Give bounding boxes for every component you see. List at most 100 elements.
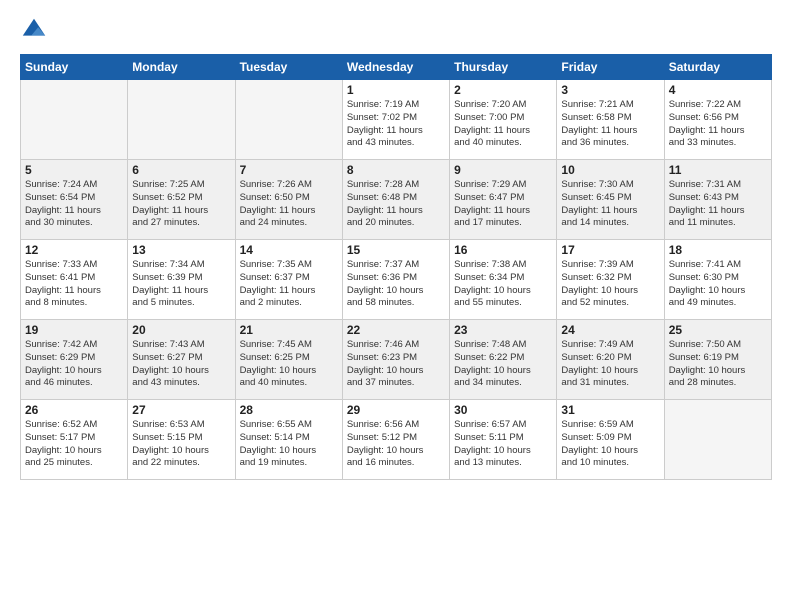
day-info: Sunrise: 7:29 AM Sunset: 6:47 PM Dayligh… xyxy=(454,179,552,230)
calendar-cell: 14 Sunrise: 7:35 AM Sunset: 6:37 PM Dayli… xyxy=(235,240,342,320)
day-info: Sunrise: 7:38 AM Sunset: 6:34 PM Dayligh… xyxy=(454,259,552,310)
calendar-cell: 16 Sunrise: 7:38 AM Sunset: 6:34 PM Dayli… xyxy=(450,240,557,320)
calendar-cell: 8Sunrise: 7:28 AM Sunset: 6:48 PM Daylig… xyxy=(342,160,449,240)
calendar-cell: 1 Sunrise: 7:19 AM Sunset: 7:02 PM Daylig… xyxy=(342,80,449,160)
calendar-cell: 15Sunrise: 7:37 AM Sunset: 6:36 PM Dayli… xyxy=(342,240,449,320)
day-info: Sunrise: 6:59 AM Sunset: 5:09 PM Dayligh… xyxy=(561,419,659,470)
day-info: Sunrise: 7:46 AM Sunset: 6:23 PM Dayligh… xyxy=(347,339,445,390)
day-info: Sunrise: 7:30 AM Sunset: 6:45 PM Dayligh… xyxy=(561,179,659,230)
day-info: Sunrise: 7:26 AM Sunset: 6:50 PM Dayligh… xyxy=(240,179,338,230)
weekday-header-row: SundayMondayTuesdayWednesdayThursdayFrid… xyxy=(21,55,772,80)
week-row-3: 12 Sunrise: 7:33 AM Sunset: 6:41 PM Dayli… xyxy=(21,240,772,320)
day-info: Sunrise: 6:55 AM Sunset: 5:14 PM Dayligh… xyxy=(240,419,338,470)
day-number: 19 xyxy=(25,323,123,337)
day-number: 7 xyxy=(240,163,338,177)
calendar-cell: 12 Sunrise: 7:33 AM Sunset: 6:41 PM Dayli… xyxy=(21,240,128,320)
day-info: Sunrise: 7:22 AM Sunset: 6:56 PM Dayligh… xyxy=(669,99,767,150)
calendar-cell: 27 Sunrise: 6:53 AM Sunset: 5:15 PM Dayli… xyxy=(128,400,235,480)
calendar-cell: 29 Sunrise: 6:56 AM Sunset: 5:12 PM Dayli… xyxy=(342,400,449,480)
calendar-cell: 22 Sunrise: 7:46 AM Sunset: 6:23 PM Dayli… xyxy=(342,320,449,400)
calendar-cell: 23 Sunrise: 7:48 AM Sunset: 6:22 PM Dayli… xyxy=(450,320,557,400)
calendar-cell: 30 Sunrise: 6:57 AM Sunset: 5:11 PM Dayli… xyxy=(450,400,557,480)
day-number: 4 xyxy=(669,83,767,97)
weekday-header-friday: Friday xyxy=(557,55,664,80)
day-info: Sunrise: 7:35 AM Sunset: 6:37 PM Dayligh… xyxy=(240,259,338,310)
week-row-1: 1 Sunrise: 7:19 AM Sunset: 7:02 PM Daylig… xyxy=(21,80,772,160)
day-info: Sunrise: 7:43 AM Sunset: 6:27 PM Dayligh… xyxy=(132,339,230,390)
day-info: Sunrise: 7:19 AM Sunset: 7:02 PM Dayligh… xyxy=(347,99,445,150)
day-number: 13 xyxy=(132,243,230,257)
day-number: 1 xyxy=(347,83,445,97)
calendar-cell: 2 Sunrise: 7:20 AM Sunset: 7:00 PM Daylig… xyxy=(450,80,557,160)
day-info: Sunrise: 6:52 AM Sunset: 5:17 PM Dayligh… xyxy=(25,419,123,470)
day-number: 23 xyxy=(454,323,552,337)
calendar-cell: 10 Sunrise: 7:30 AM Sunset: 6:45 PM Dayli… xyxy=(557,160,664,240)
day-info: Sunrise: 7:33 AM Sunset: 6:41 PM Dayligh… xyxy=(25,259,123,310)
day-number: 29 xyxy=(347,403,445,417)
week-row-4: 19 Sunrise: 7:42 AM Sunset: 6:29 PM Dayli… xyxy=(21,320,772,400)
calendar-table: SundayMondayTuesdayWednesdayThursdayFrid… xyxy=(20,54,772,480)
calendar-cell: 21Sunrise: 7:45 AM Sunset: 6:25 PM Dayli… xyxy=(235,320,342,400)
calendar-cell: 5Sunrise: 7:24 AM Sunset: 6:54 PM Daylig… xyxy=(21,160,128,240)
calendar-cell xyxy=(21,80,128,160)
weekday-header-monday: Monday xyxy=(128,55,235,80)
day-number: 30 xyxy=(454,403,552,417)
day-number: 20 xyxy=(132,323,230,337)
weekday-header-sunday: Sunday xyxy=(21,55,128,80)
week-row-5: 26 Sunrise: 6:52 AM Sunset: 5:17 PM Dayli… xyxy=(21,400,772,480)
day-number: 9 xyxy=(454,163,552,177)
calendar-cell: 9 Sunrise: 7:29 AM Sunset: 6:47 PM Daylig… xyxy=(450,160,557,240)
day-info: Sunrise: 6:53 AM Sunset: 5:15 PM Dayligh… xyxy=(132,419,230,470)
weekday-header-thursday: Thursday xyxy=(450,55,557,80)
calendar-cell xyxy=(664,400,771,480)
day-info: Sunrise: 7:20 AM Sunset: 7:00 PM Dayligh… xyxy=(454,99,552,150)
day-info: Sunrise: 7:28 AM Sunset: 6:48 PM Dayligh… xyxy=(347,179,445,230)
calendar-cell: 4 Sunrise: 7:22 AM Sunset: 6:56 PM Daylig… xyxy=(664,80,771,160)
calendar-cell: 25 Sunrise: 7:50 AM Sunset: 6:19 PM Dayli… xyxy=(664,320,771,400)
day-info: Sunrise: 7:21 AM Sunset: 6:58 PM Dayligh… xyxy=(561,99,659,150)
calendar-cell: 13Sunrise: 7:34 AM Sunset: 6:39 PM Dayli… xyxy=(128,240,235,320)
day-number: 21 xyxy=(240,323,338,337)
day-info: Sunrise: 7:50 AM Sunset: 6:19 PM Dayligh… xyxy=(669,339,767,390)
calendar-cell: 11 Sunrise: 7:31 AM Sunset: 6:43 PM Dayli… xyxy=(664,160,771,240)
day-number: 17 xyxy=(561,243,659,257)
weekday-header-saturday: Saturday xyxy=(664,55,771,80)
calendar-cell: 17Sunrise: 7:39 AM Sunset: 6:32 PM Dayli… xyxy=(557,240,664,320)
day-number: 16 xyxy=(454,243,552,257)
day-number: 2 xyxy=(454,83,552,97)
day-number: 26 xyxy=(25,403,123,417)
weekday-header-wednesday: Wednesday xyxy=(342,55,449,80)
day-info: Sunrise: 6:57 AM Sunset: 5:11 PM Dayligh… xyxy=(454,419,552,470)
day-number: 10 xyxy=(561,163,659,177)
logo xyxy=(20,16,52,44)
day-number: 25 xyxy=(669,323,767,337)
week-row-2: 5Sunrise: 7:24 AM Sunset: 6:54 PM Daylig… xyxy=(21,160,772,240)
day-info: Sunrise: 7:42 AM Sunset: 6:29 PM Dayligh… xyxy=(25,339,123,390)
day-info: Sunrise: 7:48 AM Sunset: 6:22 PM Dayligh… xyxy=(454,339,552,390)
calendar-cell: 28 Sunrise: 6:55 AM Sunset: 5:14 PM Dayli… xyxy=(235,400,342,480)
page: SundayMondayTuesdayWednesdayThursdayFrid… xyxy=(0,0,792,612)
day-number: 15 xyxy=(347,243,445,257)
calendar-cell: 26 Sunrise: 6:52 AM Sunset: 5:17 PM Dayli… xyxy=(21,400,128,480)
day-number: 12 xyxy=(25,243,123,257)
day-number: 5 xyxy=(25,163,123,177)
day-number: 24 xyxy=(561,323,659,337)
logo-icon xyxy=(20,16,48,44)
calendar-cell: 24Sunrise: 7:49 AM Sunset: 6:20 PM Dayli… xyxy=(557,320,664,400)
day-info: Sunrise: 7:31 AM Sunset: 6:43 PM Dayligh… xyxy=(669,179,767,230)
day-number: 11 xyxy=(669,163,767,177)
day-number: 28 xyxy=(240,403,338,417)
calendar-cell: 7 Sunrise: 7:26 AM Sunset: 6:50 PM Daylig… xyxy=(235,160,342,240)
weekday-header-tuesday: Tuesday xyxy=(235,55,342,80)
day-number: 27 xyxy=(132,403,230,417)
calendar-cell: 31 Sunrise: 6:59 AM Sunset: 5:09 PM Dayli… xyxy=(557,400,664,480)
day-number: 22 xyxy=(347,323,445,337)
day-number: 18 xyxy=(669,243,767,257)
calendar-cell: 20 Sunrise: 7:43 AM Sunset: 6:27 PM Dayli… xyxy=(128,320,235,400)
calendar-cell xyxy=(128,80,235,160)
header xyxy=(20,16,772,44)
day-info: Sunrise: 6:56 AM Sunset: 5:12 PM Dayligh… xyxy=(347,419,445,470)
day-number: 31 xyxy=(561,403,659,417)
day-info: Sunrise: 7:25 AM Sunset: 6:52 PM Dayligh… xyxy=(132,179,230,230)
day-number: 14 xyxy=(240,243,338,257)
